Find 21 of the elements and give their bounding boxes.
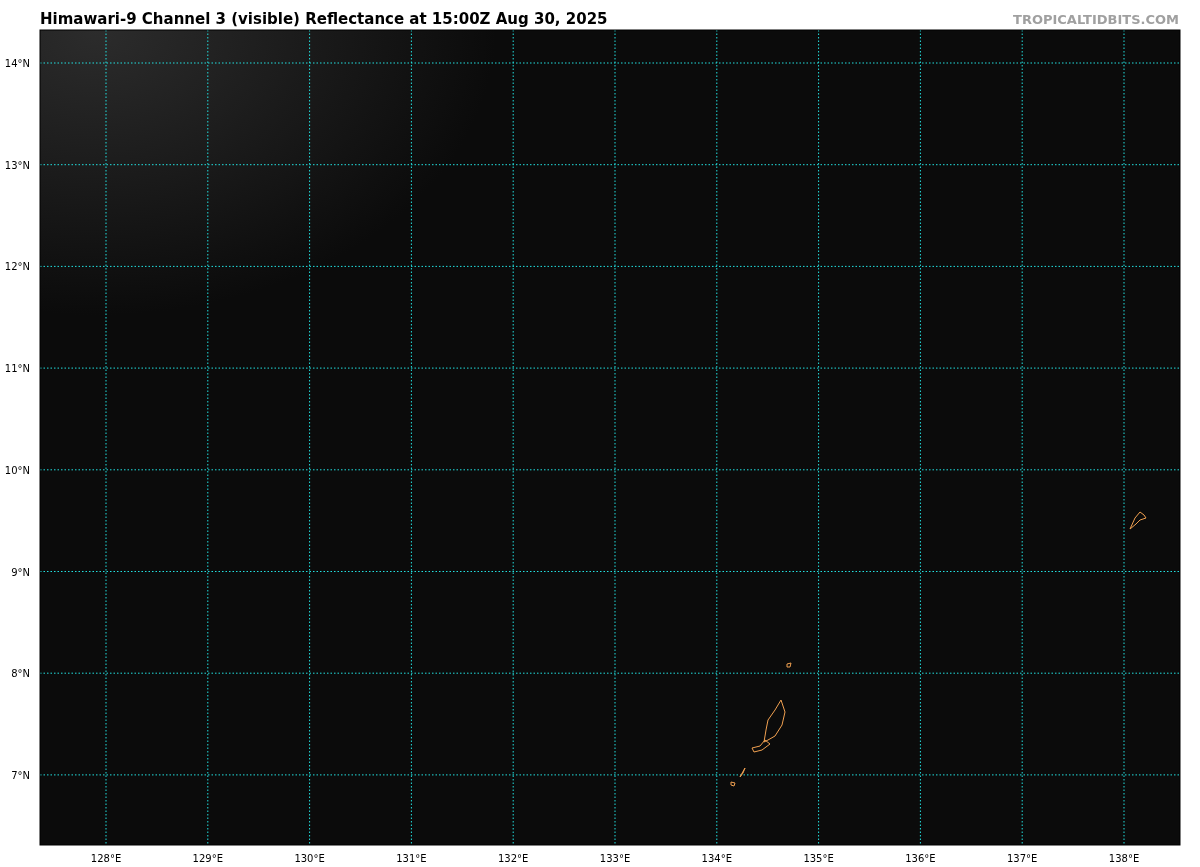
longitude-label: 135°E <box>803 853 834 864</box>
longitude-label: 137°E <box>1007 853 1038 864</box>
longitude-label: 131°E <box>396 853 427 864</box>
latitude-label: 13°N <box>4 159 30 171</box>
latitude-label: 8°N <box>11 668 30 680</box>
latitude-label: 9°N <box>11 566 30 578</box>
longitude-label: 136°E <box>905 853 936 864</box>
latitude-label: 12°N <box>4 261 30 273</box>
latitude-label: 14°N <box>4 58 30 69</box>
longitude-label: 128°E <box>90 853 122 864</box>
latitude-label: 7°N <box>11 769 30 781</box>
longitude-label: 132°E <box>498 853 529 864</box>
longitude-label: 138°E <box>1108 853 1140 864</box>
longitude-label: 133°E <box>599 853 631 864</box>
longitude-label: 129°E <box>192 853 223 864</box>
longitude-label: 130°E <box>294 853 325 864</box>
site-label: TROPICALTIDBITS.COM <box>1013 12 1179 27</box>
longitude-label: 134°E <box>701 853 732 864</box>
latitude-label: 11°N <box>4 363 30 375</box>
figure-title: Himawari-9 Channel 3 (visible) Reflectance at 15:00Z Aug 30, 2025 <box>40 10 608 28</box>
latitude-label: 10°N <box>4 464 30 476</box>
